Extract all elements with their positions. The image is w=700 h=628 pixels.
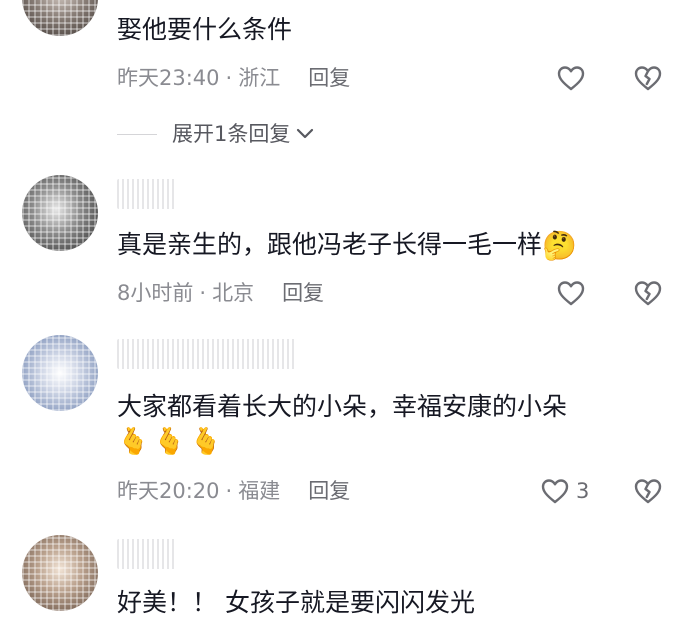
- reply-button[interactable]: 回复: [308, 66, 350, 90]
- reply-button[interactable]: 回复: [282, 281, 324, 305]
- avatar[interactable]: [22, 0, 98, 36]
- username[interactable]: [117, 339, 297, 369]
- comment-meta: 8小时前 · 北京 回复: [117, 277, 324, 309]
- comment-time: 昨天20:20: [117, 479, 220, 503]
- meta-separator: ·: [225, 66, 233, 90]
- comment-item: 大家都看着长大的小朵，幸福安康的小朵 🫰🫰🫰 昨天20:20 · 福建 回复 3: [0, 335, 700, 515]
- chevron-down-icon: [297, 128, 314, 139]
- avatar[interactable]: [22, 175, 98, 251]
- dislike-button[interactable]: [633, 475, 663, 507]
- comment-time: 8小时前: [117, 281, 194, 305]
- expand-replies-button[interactable]: 展开1条回复: [172, 118, 314, 150]
- comment-item: 好美！！ 女孩子就是要闪闪发光: [0, 535, 700, 628]
- expand-replies-label: 展开1条回复: [172, 122, 291, 146]
- emoji-line: 🫰🫰🫰: [117, 425, 226, 457]
- comment-text: 真是亲生的，跟他冯老子长得一毛一样🤔: [117, 229, 577, 261]
- like-button[interactable]: [556, 277, 586, 309]
- broken-heart-icon: [634, 66, 662, 91]
- finger-heart-icon: 🫰🫰🫰: [117, 427, 227, 457]
- comment-item: 娶他要什么条件 昨天23:40 · 浙江 回复: [0, 0, 700, 110]
- avatar[interactable]: [22, 535, 98, 611]
- broken-heart-icon: [634, 479, 662, 504]
- comment-text: 大家都看着长大的小朵，幸福安康的小朵: [117, 392, 568, 421]
- avatar[interactable]: [22, 335, 98, 411]
- comment-text-content: 真是亲生的，跟他冯老子长得一毛一样: [117, 230, 543, 259]
- comment-location: 浙江: [238, 66, 281, 90]
- username[interactable]: [117, 539, 177, 569]
- like-button[interactable]: [556, 62, 586, 94]
- thinking-face-icon: 🤔: [542, 229, 577, 262]
- expand-divider: [117, 134, 157, 135]
- dislike-button[interactable]: [633, 277, 663, 309]
- comment-meta: 昨天23:40 · 浙江 回复: [117, 62, 350, 94]
- comment-location: 福建: [238, 479, 281, 503]
- comment-item: 真是亲生的，跟他冯老子长得一毛一样🤔 8小时前 · 北京 回复: [0, 175, 700, 315]
- broken-heart-icon: [634, 281, 662, 306]
- like-button[interactable]: 3: [540, 475, 589, 507]
- heart-outline-icon: [541, 479, 569, 504]
- username[interactable]: [117, 179, 177, 209]
- comment-text: 好美！！ 女孩子就是要闪闪发光: [117, 588, 475, 617]
- comment-time: 昨天23:40: [117, 66, 220, 90]
- meta-separator: ·: [199, 281, 207, 305]
- heart-outline-icon: [557, 281, 585, 306]
- reply-button[interactable]: 回复: [308, 479, 350, 503]
- like-count: 3: [576, 479, 590, 503]
- comment-meta: 昨天20:20 · 福建 回复: [117, 475, 350, 507]
- meta-separator: ·: [225, 479, 233, 503]
- comment-location: 北京: [212, 281, 255, 305]
- dislike-button[interactable]: [633, 62, 663, 94]
- heart-outline-icon: [557, 66, 585, 91]
- comment-text: 娶他要什么条件: [117, 15, 293, 44]
